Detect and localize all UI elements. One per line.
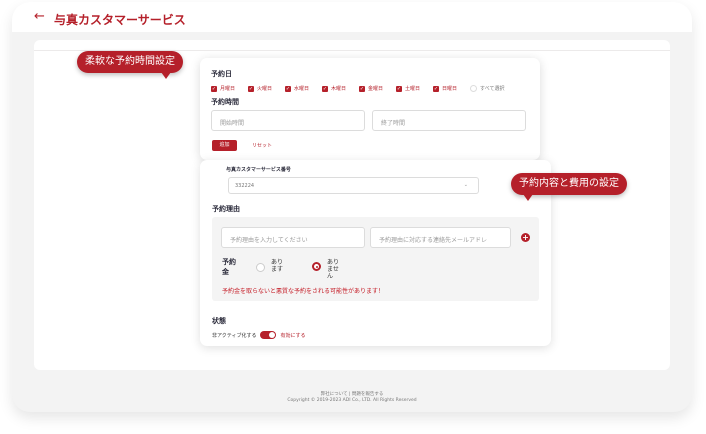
check-icon: ✓	[285, 85, 291, 92]
end-time-input[interactable]: 終了時間	[372, 110, 526, 131]
day-checkbox-fri[interactable]: ✓ 金曜日	[359, 85, 396, 92]
day-checkbox-mon[interactable]: ✓ 月曜日	[211, 85, 248, 92]
status-label: 状態	[212, 317, 226, 325]
reservation-time-label: 予約時間	[211, 98, 239, 106]
service-number-label: 与真カスタマーサービス番号	[226, 167, 291, 173]
radio-circle-icon	[470, 85, 477, 92]
day-checkbox-sat[interactable]: ✓ 土曜日	[396, 85, 433, 92]
callout-content-fee: 予約内容と費用の設定	[511, 173, 627, 201]
plus-icon[interactable]: +	[521, 233, 530, 242]
status-toggle-row: 非アクティブ化する 有効にする	[212, 331, 306, 339]
day-checkbox-list: ✓ 月曜日 ✓ 火曜日 ✓ 水曜日 ✓ 木曜日 ✓ 金曜日 ✓ 土曜日 ✓ 日曜日 すべて選択	[211, 85, 504, 92]
reason-label: 予約理由	[212, 205, 240, 213]
add-button[interactable]: 追加	[212, 140, 237, 151]
start-time-input[interactable]: 開始時間	[211, 110, 365, 131]
check-icon: ✓	[396, 85, 402, 92]
select-all-radio[interactable]: すべて選択	[470, 85, 504, 92]
inactive-label: 非アクティブ化する	[212, 332, 257, 339]
check-icon: ✓	[359, 85, 365, 92]
day-checkbox-sun[interactable]: ✓ 日曜日	[433, 85, 470, 92]
check-icon: ✓	[433, 85, 439, 92]
fee-no-radio[interactable]	[312, 262, 321, 271]
fee-label: 予約金	[222, 258, 236, 276]
check-icon: ✓	[322, 85, 328, 92]
reservation-day-label: 予約日	[211, 70, 232, 78]
chevron-down-icon: ⌄	[463, 182, 468, 188]
active-label: 有効にする	[280, 332, 306, 339]
service-number-value: 332224	[235, 183, 255, 189]
day-checkbox-tue[interactable]: ✓ 火曜日	[248, 85, 285, 92]
contact-email-input[interactable]: 予約理由に対応する連絡先メールアドレ	[370, 227, 511, 248]
service-number-select[interactable]: 332224 ⌄	[228, 177, 479, 194]
fee-warning-text: 予約金を取らないと悪質な予約をされる可能性があります！	[222, 288, 385, 295]
status-toggle[interactable]	[260, 331, 277, 339]
footer: 弊社について | 問題を報告する Copyright © 2019-2023 A…	[12, 392, 692, 404]
reset-button[interactable]: リセット	[252, 142, 272, 149]
day-checkbox-thu[interactable]: ✓ 木曜日	[322, 85, 359, 92]
callout-flexible-time: 柔軟な予約時間設定	[77, 51, 183, 79]
day-checkbox-wed[interactable]: ✓ 水曜日	[285, 85, 322, 92]
fee-yes-radio[interactable]	[256, 263, 265, 272]
schedule-card: 予約日 ✓ 月曜日 ✓ 火曜日 ✓ 水曜日 ✓ 木曜日 ✓ 金曜日 ✓ 土曜日 ✓ 日曜日 す…	[200, 58, 540, 160]
fee-yes-label: あります	[271, 259, 284, 273]
top-bar: ← 与真カスタマーサービス	[12, 2, 692, 32]
copyright-text: Copyright © 2019-2023 ADI Co., LTD. All …	[287, 398, 417, 403]
reason-input[interactable]: 予約理由を入力してください	[221, 227, 365, 248]
fee-no-label: ありません	[327, 259, 340, 280]
check-icon: ✓	[211, 85, 217, 92]
arrow-left-icon[interactable]: ←	[34, 10, 45, 24]
check-icon: ✓	[248, 85, 254, 92]
page-title: 与真カスタマーサービス	[54, 13, 186, 27]
